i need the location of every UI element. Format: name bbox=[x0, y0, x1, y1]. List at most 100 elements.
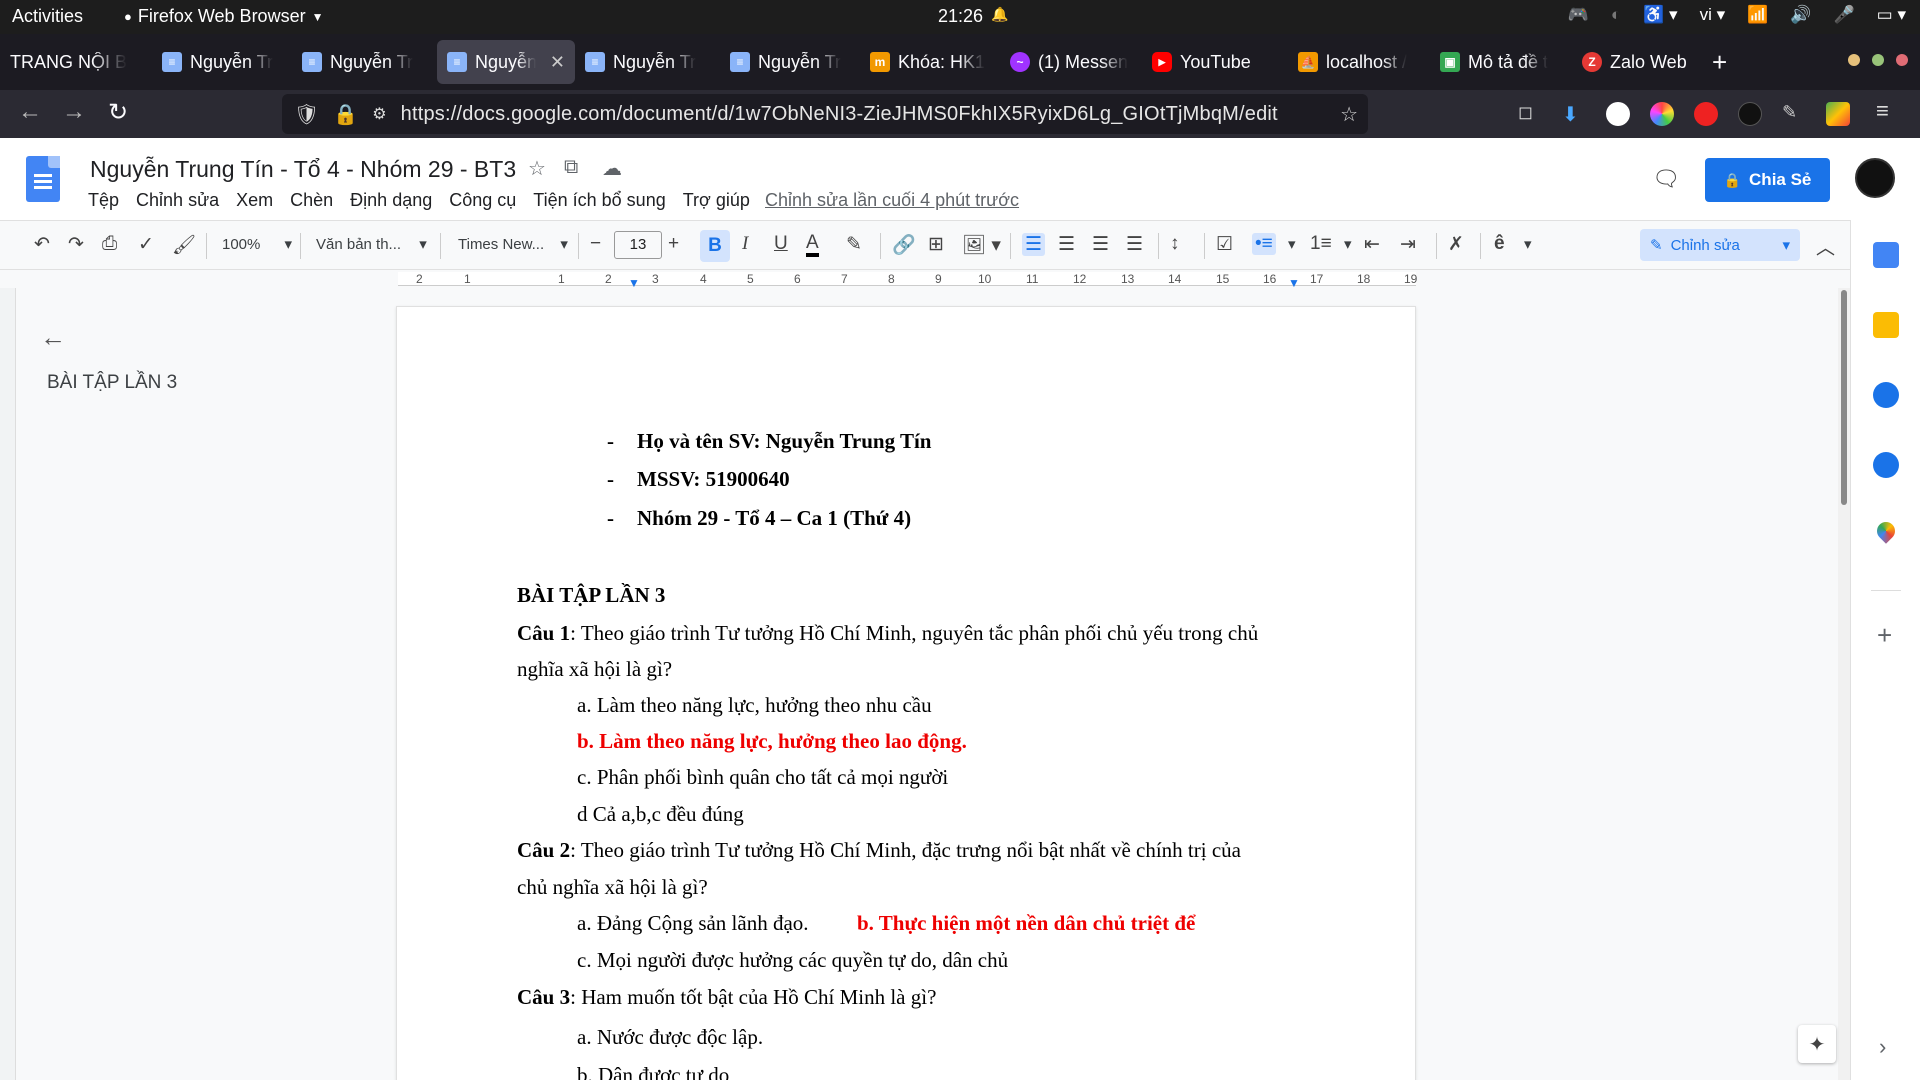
decrease-indent-icon[interactable]: ⇤ bbox=[1364, 233, 1380, 256]
document-title[interactable]: Nguyễn Trung Tín - Tổ 4 - Nhóm 29 - BT3 bbox=[90, 156, 516, 183]
clear-formatting-icon[interactable]: ✗ bbox=[1448, 233, 1464, 256]
tasks-icon[interactable] bbox=[1873, 382, 1899, 408]
tab-khoa[interactable]: m Khóa: HK1 bbox=[860, 40, 1000, 84]
print-icon[interactable]: ⎙ bbox=[102, 233, 117, 255]
move-folder-icon[interactable]: ⧉ bbox=[564, 156, 578, 179]
italic-button[interactable]: I bbox=[742, 233, 748, 255]
language-indicator[interactable]: vi ▾ bbox=[1700, 5, 1726, 25]
extension-multi-icon[interactable] bbox=[1826, 102, 1850, 126]
spellcheck-icon[interactable]: ✓ bbox=[138, 233, 154, 256]
reload-button[interactable]: ↻ bbox=[108, 98, 128, 127]
tab-mo-ta-de-tai[interactable]: ▣ Mô tả đề t bbox=[1430, 40, 1572, 84]
download-icon[interactable]: ⬇ bbox=[1562, 102, 1586, 126]
comment-history-icon[interactable]: 🗨 bbox=[1652, 166, 1680, 192]
menu-addons[interactable]: Tiện ích bổ sung bbox=[533, 190, 665, 211]
explore-button[interactable]: ✦ bbox=[1798, 1025, 1836, 1063]
scrollbar-thumb[interactable] bbox=[1841, 290, 1847, 505]
cloud-status-icon[interactable]: ☁ bbox=[602, 156, 622, 181]
minimize-button[interactable] bbox=[1848, 54, 1860, 66]
tab-youtube[interactable]: ▶ YouTube bbox=[1142, 40, 1288, 84]
contacts-icon[interactable] bbox=[1873, 452, 1899, 478]
underline-button[interactable]: U bbox=[774, 233, 788, 255]
menu-view[interactable]: Xem bbox=[236, 190, 273, 211]
forward-button[interactable]: → bbox=[62, 98, 86, 126]
tab-nguyen-1[interactable]: ≡ Nguyễn Tr bbox=[152, 40, 292, 84]
maps-icon[interactable] bbox=[1873, 518, 1899, 544]
bold-button[interactable]: B bbox=[700, 230, 730, 262]
expand-panel-icon[interactable]: › bbox=[1879, 1034, 1886, 1060]
document-page[interactable]: - Họ và tên SV: Nguyễn Trung Tín - MSSV:… bbox=[396, 306, 1416, 1080]
new-tab-button[interactable]: + bbox=[1712, 47, 1727, 78]
align-left-icon[interactable]: ☰ bbox=[1022, 233, 1046, 256]
tab-localhost[interactable]: ⛵ localhost / bbox=[1288, 40, 1430, 84]
number-style-dropdown[interactable]: ▾ bbox=[1344, 235, 1352, 253]
extension-color-icon[interactable] bbox=[1650, 102, 1674, 126]
left-indent-marker[interactable]: ▼ bbox=[628, 276, 640, 290]
collapse-menus-icon[interactable]: ︿ bbox=[1816, 233, 1835, 260]
system-tray[interactable]: 🎮 ◐ ♿ ▾ vi ▾ 📶 🔊 🎤 ▭ ▾ bbox=[1568, 5, 1906, 25]
more-options-dropdown[interactable]: ▾ bbox=[1524, 235, 1532, 253]
editing-mode-select[interactable]: ✎ Chỉnh sửa ▾ bbox=[1640, 229, 1800, 261]
close-outline-icon[interactable]: ← bbox=[40, 322, 66, 353]
app-menu[interactable]: ● Firefox Web Browser ▼ bbox=[124, 6, 323, 27]
tab-zalo[interactable]: Z Zalo Web bbox=[1572, 40, 1702, 84]
docs-logo-icon[interactable] bbox=[26, 156, 60, 202]
calendar-icon[interactable] bbox=[1873, 242, 1899, 268]
star-icon[interactable]: ☆ bbox=[528, 156, 546, 181]
bulleted-list-icon[interactable]: •≡ bbox=[1252, 233, 1276, 255]
last-edit-link[interactable]: Chỉnh sửa lần cuối 4 phút trước bbox=[765, 190, 1019, 211]
shield-icon[interactable]: 🛡 bbox=[294, 102, 319, 127]
align-center-icon[interactable]: ☰ bbox=[1058, 233, 1075, 256]
highlight-icon[interactable]: ✎ bbox=[846, 233, 862, 256]
tab-messenger[interactable]: ~ (1) Messen bbox=[1000, 40, 1142, 84]
menu-insert[interactable]: Chèn bbox=[290, 190, 333, 211]
discord-icon[interactable]: 🎮 bbox=[1568, 5, 1589, 25]
checklist-icon[interactable]: ☑ bbox=[1216, 233, 1233, 256]
increase-indent-icon[interactable]: ⇥ bbox=[1400, 233, 1416, 256]
url-bar[interactable]: 🛡 🔒 ⚙ https://docs.google.com/document/d… bbox=[282, 94, 1368, 134]
url-text[interactable]: https://docs.google.com/document/d/1w7Ob… bbox=[401, 103, 1278, 126]
pocket-icon[interactable]: ◻ bbox=[1518, 102, 1542, 126]
menu-file[interactable]: Tệp bbox=[88, 190, 119, 211]
activities-button[interactable]: Activities bbox=[12, 6, 83, 27]
tab-nguyen-5[interactable]: ≡ Nguyễn Tr bbox=[720, 40, 860, 84]
tab-nguyen-active[interactable]: ≡ Nguyễn ✕ bbox=[437, 40, 575, 84]
font-size-input[interactable]: 13 bbox=[614, 231, 662, 259]
vietnamese-input-icon[interactable]: ê bbox=[1494, 233, 1505, 255]
redo-icon[interactable]: ↷ bbox=[68, 233, 84, 256]
close-tab-icon[interactable]: ✕ bbox=[550, 52, 565, 73]
tab-trang-noi-bo[interactable]: TRANG NỘI B bbox=[0, 40, 152, 84]
extension-stop-icon[interactable] bbox=[1694, 102, 1718, 126]
extension-pen-icon[interactable]: ✎ bbox=[1782, 102, 1806, 126]
permissions-icon[interactable]: ⚙ bbox=[372, 104, 386, 124]
style-select[interactable]: Văn bản th... ▾ bbox=[316, 235, 427, 253]
numbered-list-icon[interactable]: 1≡ bbox=[1310, 233, 1332, 255]
bullet-style-dropdown[interactable]: ▾ bbox=[1288, 235, 1296, 253]
undo-icon[interactable]: ↶ bbox=[34, 233, 50, 256]
insert-image-icon[interactable]: 🖼 ▾ bbox=[962, 233, 1001, 257]
lock-icon[interactable]: 🔒 bbox=[333, 102, 358, 127]
back-button[interactable]: ← bbox=[18, 98, 42, 126]
keep-icon[interactable] bbox=[1873, 312, 1899, 338]
decrease-font-size-button[interactable]: − bbox=[590, 233, 601, 255]
menu-icon[interactable]: ≡ bbox=[1876, 98, 1900, 123]
menu-help[interactable]: Trợ giúp bbox=[683, 190, 750, 211]
menu-edit[interactable]: Chỉnh sửa bbox=[136, 190, 219, 211]
tab-nguyen-4[interactable]: ≡ Nguyễn Tr bbox=[575, 40, 720, 84]
justify-icon[interactable]: ☰ bbox=[1126, 233, 1143, 256]
document-scrollbar[interactable] bbox=[1838, 288, 1850, 1080]
align-right-icon[interactable]: ☰ bbox=[1092, 233, 1109, 256]
avatar[interactable] bbox=[1855, 158, 1895, 198]
menu-format[interactable]: Định dạng bbox=[350, 190, 432, 211]
vertical-ruler[interactable] bbox=[0, 288, 16, 1080]
add-comment-icon[interactable]: ⊞ bbox=[928, 233, 944, 256]
maximize-button[interactable] bbox=[1872, 54, 1884, 66]
accessibility-icon[interactable]: ♿ ▾ bbox=[1643, 5, 1677, 25]
share-button[interactable]: 🔒 Chia Sẻ bbox=[1705, 158, 1830, 202]
bookmark-star-icon[interactable]: ☆ bbox=[1340, 102, 1358, 127]
text-color-button[interactable]: A bbox=[806, 233, 819, 257]
outline-heading-item[interactable]: BÀI TẬP LẦN 3 bbox=[47, 372, 177, 394]
close-window-button[interactable] bbox=[1896, 54, 1908, 66]
window-controls[interactable] bbox=[1848, 54, 1908, 66]
font-select[interactable]: Times New... ▾ bbox=[458, 235, 568, 253]
